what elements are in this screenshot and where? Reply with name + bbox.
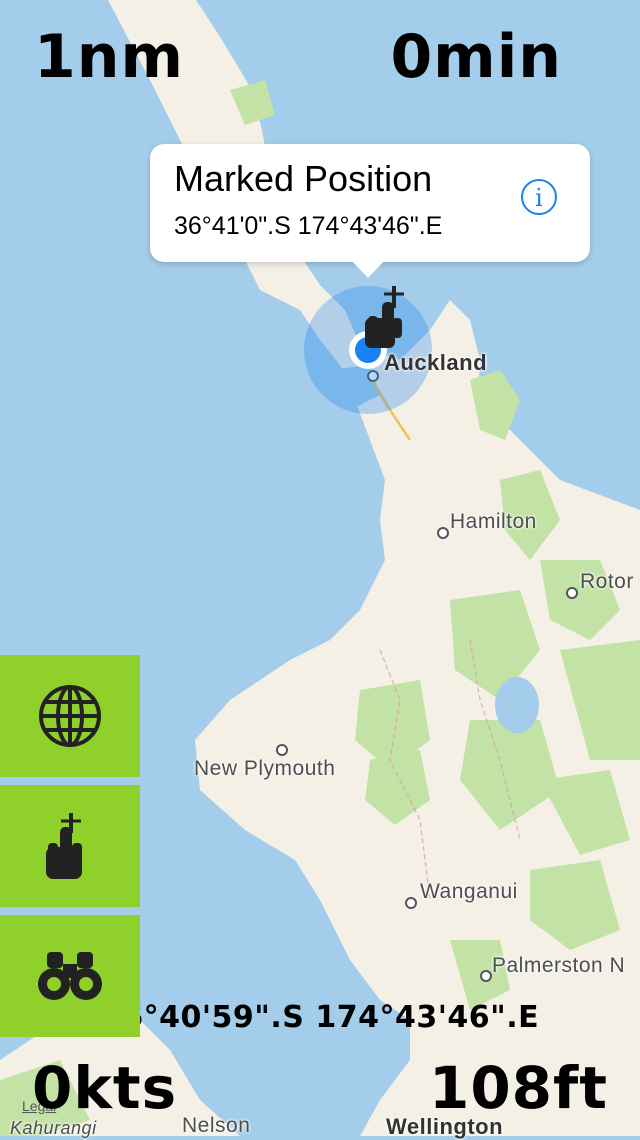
svg-text:i: i (535, 184, 543, 212)
pointing-hand-icon (46, 813, 82, 879)
marked-position-callout[interactable]: Marked Position 36°41'0".S 174°43'46".E … (150, 144, 590, 278)
map-label-palmerston: Palmerston N (492, 954, 626, 977)
callout-coordinates: 36°41'0".S 174°43'46".E (174, 212, 443, 240)
map-label-hamilton: Hamilton (450, 510, 537, 533)
map-label-wanganui: Wanganui (420, 880, 518, 903)
map-label-new-plymouth: New Plymouth (194, 757, 336, 780)
lake-taupo (495, 677, 539, 733)
speed-readout: 0kts (32, 1054, 178, 1122)
info-circle-icon[interactable]: i (520, 178, 558, 216)
binoculars-icon (38, 952, 102, 1000)
map-label-auckland: Auckland (384, 350, 488, 375)
time-readout: 0min (390, 22, 562, 92)
binoculars-button[interactable] (0, 915, 140, 1037)
globe-icon (39, 685, 101, 747)
map-label-nelson: Nelson (182, 1114, 251, 1137)
distance-readout: 1nm (34, 22, 184, 92)
callout-title: Marked Position (174, 158, 433, 199)
mark-position-button[interactable] (0, 785, 140, 907)
altitude-readout: 108ft (428, 1054, 608, 1122)
map-label-rotorua: Rotor (580, 570, 634, 593)
globe-button[interactable] (0, 655, 140, 777)
